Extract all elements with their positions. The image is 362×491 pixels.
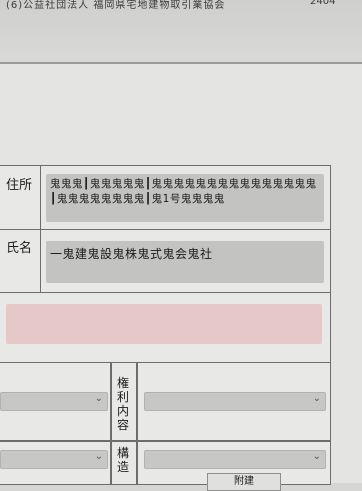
highlight-field[interactable] — [6, 304, 322, 344]
name-label: 氏名 — [6, 241, 33, 256]
chevron-down-icon: ⌄ — [94, 451, 103, 462]
chevron-down-icon: ⌄ — [94, 393, 103, 404]
address-label-cell: 住所 — [0, 166, 41, 229]
rights-select[interactable]: ⌄ — [144, 392, 326, 411]
association-name: (6)公益社団法人 福岡県宅地建物取引業協会 — [6, 0, 226, 11]
address-field[interactable]: 鬼鬼鬼┃鬼鬼鬼鬼鬼┃鬼鬼鬼鬼鬼鬼鬼鬼鬼鬼鬼鬼鬼鬼鬼┃鬼鬼鬼鬼鬼鬼鬼鬼┃鬼1号鬼鬼… — [46, 174, 324, 222]
name-label-cell: 氏名 — [0, 229, 41, 292]
divider-horizontal — [0, 440, 330, 442]
rights-label: 権利内容 — [116, 376, 129, 432]
attached-building-label: 附建 — [207, 473, 281, 491]
divider-vertical-right — [136, 362, 138, 484]
structure-select[interactable]: ⌄ — [144, 450, 326, 469]
chevron-down-icon: ⌄ — [312, 451, 321, 462]
address-label: 住所 — [6, 178, 33, 193]
name-field[interactable]: 一鬼建鬼設鬼株鬼式鬼会鬼社 — [46, 241, 324, 283]
document-header: (6)公益社団法人 福岡県宅地建物取引業協会 2404 — [0, 0, 362, 64]
highlight-row — [0, 292, 330, 363]
registration-form: 住所 鬼鬼鬼┃鬼鬼鬼鬼鬼┃鬼鬼鬼鬼鬼鬼鬼鬼鬼鬼鬼鬼鬼鬼鬼┃鬼鬼鬼鬼鬼鬼鬼鬼┃鬼1… — [0, 165, 331, 491]
divider-vertical-left — [110, 362, 112, 484]
form-code: 2404 — [310, 0, 336, 7]
rights-section: ⌄ ⌄ 権利内容 構造 ⌄ ⌄ 附建 — [0, 362, 330, 491]
structure-label: 構造 — [116, 446, 129, 474]
name-row: 氏名 一鬼建鬼設鬼株鬼式鬼会鬼社 — [0, 229, 330, 293]
left-select-2[interactable]: ⌄ — [0, 450, 108, 469]
chevron-down-icon: ⌄ — [312, 393, 321, 404]
left-select-1[interactable]: ⌄ — [0, 392, 108, 411]
address-row: 住所 鬼鬼鬼┃鬼鬼鬼鬼鬼┃鬼鬼鬼鬼鬼鬼鬼鬼鬼鬼鬼鬼鬼鬼鬼┃鬼鬼鬼鬼鬼鬼鬼鬼┃鬼1… — [0, 166, 330, 230]
